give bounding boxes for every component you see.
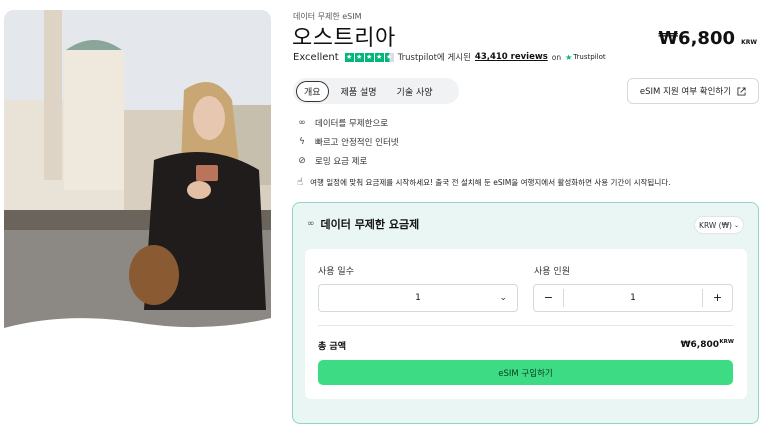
- external-link-icon: [737, 86, 746, 96]
- plan-form: 사용 일수 사용 인원 1 ⌄ − 1 + 총 금액 ₩6,800 KRW eS…: [305, 249, 747, 399]
- hero-image: [4, 10, 271, 334]
- trustpilot-logo: ★ Trustpilot: [565, 53, 606, 62]
- hero-photo-illustration: [4, 10, 271, 334]
- trustpilot-brand: Trustpilot: [573, 53, 606, 61]
- notice-text: 여행 일정에 맞춰 요금제를 시작하세요! 출국 전 설치해 둔 eSIM을 여…: [310, 178, 671, 187]
- days-label: 사용 일수: [318, 267, 354, 277]
- people-stepper: − 1 +: [533, 284, 733, 312]
- feature-list: ∞ 데이터를 무제한으로 ϟ 빠르고 안정적인 인터넷 ⊘ 로밍 요금 제로: [297, 113, 399, 170]
- star-icon: ★: [374, 52, 384, 62]
- activation-notice: ☝ 여행 일정에 맞춰 요금제를 시작하세요! 출국 전 설치해 둔 eSIM을…: [297, 177, 671, 188]
- days-value: 1: [415, 293, 421, 303]
- tab-overview[interactable]: 개요: [296, 80, 329, 102]
- product-tabs: 개요 제품 설명 기술 사양: [293, 78, 459, 104]
- feature-label: 빠르고 안정적인 인터넷: [315, 137, 399, 148]
- trustpilot-star-icon: ★: [565, 52, 573, 62]
- plan-panel: ∞ 데이터 무제한 요금제 KRW (₩) ⌄ 사용 일수 사용 인원 1 ⌄ …: [292, 202, 759, 424]
- star-icon: ★: [354, 52, 364, 62]
- currency-select-value: KRW (₩): [699, 220, 732, 230]
- bolt-icon: ϟ: [299, 136, 305, 147]
- days-select[interactable]: 1 ⌄: [318, 284, 518, 312]
- price: ₩6,800: [658, 28, 735, 49]
- infinity-icon: ∞: [307, 219, 315, 229]
- divider: [318, 325, 733, 326]
- hand-tap-icon: ☝: [297, 177, 304, 188]
- feature-item: ϟ 빠르고 안정적인 인터넷: [297, 132, 399, 151]
- total-label: 총 금액: [318, 342, 346, 352]
- tab-specs[interactable]: 기술 사양: [389, 81, 441, 102]
- currency-select[interactable]: KRW (₩) ⌄: [694, 216, 744, 234]
- rating-on-text: on: [551, 52, 562, 62]
- rating-label: Excellent: [293, 51, 339, 63]
- star-icon: ★: [344, 52, 354, 62]
- plan-title: ∞ 데이터 무제한 요금제: [307, 216, 419, 232]
- infinity-icon: ∞: [298, 117, 306, 128]
- trustpilot-text: Trustpilot에 게시된: [397, 53, 471, 63]
- check-compatibility-button[interactable]: eSIM 지원 여부 확인하기: [627, 78, 759, 104]
- decrement-button[interactable]: −: [534, 289, 564, 307]
- trustpilot-rating[interactable]: Excellent ★ ★ ★ ★ ★ Trustpilot에 게시된 43,4…: [293, 51, 606, 64]
- chevron-down-icon: ⌄: [733, 221, 739, 229]
- total-value: ₩6,800: [680, 340, 719, 350]
- tab-description[interactable]: 제품 설명: [333, 81, 385, 102]
- people-value[interactable]: 1: [564, 293, 702, 303]
- star-icon: ★: [364, 52, 374, 62]
- check-compatibility-label: eSIM 지원 여부 확인하기: [639, 87, 732, 97]
- no-roaming-icon: ⊘: [298, 155, 306, 166]
- feature-label: 로밍 요금 제로: [315, 156, 368, 167]
- buy-esim-button[interactable]: eSIM 구입하기: [318, 360, 733, 385]
- feature-label: 데이터를 무제한으로: [315, 118, 389, 129]
- hero-wave: [4, 318, 271, 334]
- rating-stars: ★ ★ ★ ★ ★: [344, 52, 394, 62]
- total-currency: KRW: [719, 339, 734, 345]
- increment-button[interactable]: +: [702, 289, 732, 307]
- people-label: 사용 인원: [534, 267, 570, 277]
- feature-item: ∞ 데이터를 무제한으로: [297, 113, 399, 132]
- reviews-link[interactable]: 43,410 reviews: [475, 52, 548, 62]
- half-star-icon: ★: [384, 52, 394, 62]
- feature-item: ⊘ 로밍 요금 제로: [297, 151, 399, 170]
- plan-title-text: 데이터 무제한 요금제: [320, 218, 420, 231]
- price-currency: KRW: [741, 39, 757, 46]
- chevron-down-icon: ⌄: [499, 293, 507, 303]
- page-title: 오스트리아: [292, 26, 396, 51]
